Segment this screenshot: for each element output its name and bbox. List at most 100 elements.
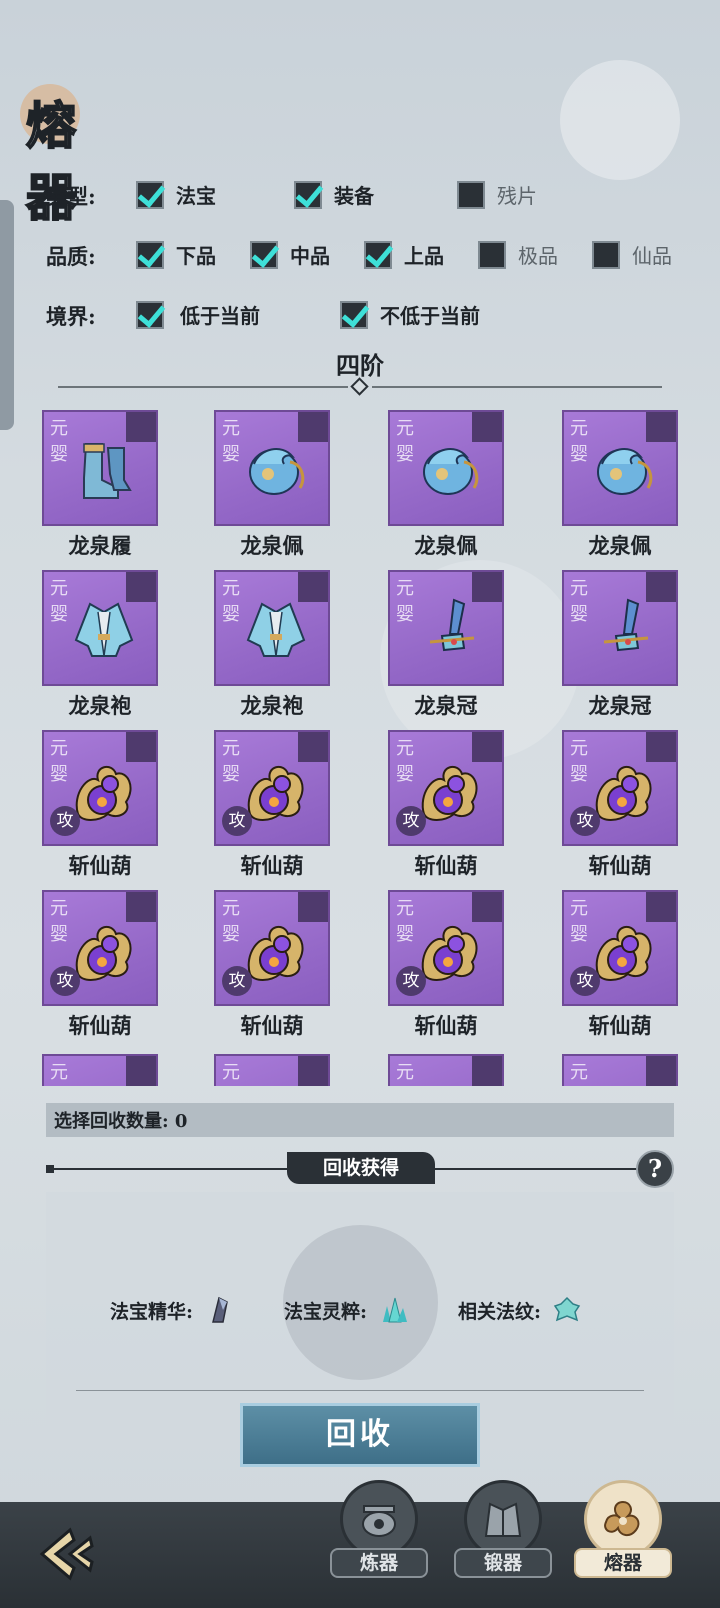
checkbox-icon[interactable]: [136, 180, 164, 209]
filter-type-fabao[interactable]: 法宝: [136, 180, 216, 209]
item-name: 龙泉佩: [414, 533, 478, 558]
checkbox-icon[interactable]: [340, 300, 368, 329]
item-card[interactable]: 元婴 龙泉冠: [388, 570, 504, 720]
item-frame[interactable]: 元婴攻: [388, 730, 504, 846]
item-realm-label: 元: [50, 1062, 68, 1083]
filter-realm-below[interactable]: 低于当前: [136, 300, 260, 329]
item-name: 斩仙葫: [68, 1013, 132, 1038]
filter-option-label: 上品: [404, 244, 444, 268]
item-frame[interactable]: 元: [562, 1054, 678, 1086]
back-arrow-icon[interactable]: [30, 1522, 100, 1586]
pattern-icon: [553, 1296, 581, 1322]
reward-label: 相关法纹:: [458, 1300, 542, 1323]
selection-corner: [298, 1056, 328, 1086]
item-card[interactable]: 元婴 龙泉佩: [214, 410, 330, 560]
item-frame[interactable]: 元婴: [388, 410, 504, 526]
item-frame[interactable]: 元婴攻: [214, 730, 330, 846]
filter-quality-immortal[interactable]: 仙品: [592, 240, 672, 269]
item-card[interactable]: 元婴攻斩仙葫: [562, 890, 678, 1040]
item-frame[interactable]: 元婴攻: [214, 890, 330, 1006]
item-name: 龙泉履: [68, 533, 132, 558]
filter-realm-label: 境界:: [46, 304, 96, 329]
filter-type-fragment[interactable]: 残片: [457, 180, 537, 209]
filter-quality-superior[interactable]: 极品: [478, 240, 558, 269]
checkbox-icon[interactable]: [364, 240, 392, 269]
nav-forge-label: 锻器: [454, 1548, 552, 1578]
item-card[interactable]: 元: [42, 1054, 158, 1086]
item-frame[interactable]: 元婴: [42, 410, 158, 526]
checkbox-icon[interactable]: [250, 240, 278, 269]
item-card[interactable]: 元婴 龙泉袍: [42, 570, 158, 720]
item-frame[interactable]: 元婴攻: [388, 890, 504, 1006]
filter-quality-mid[interactable]: 中品: [250, 240, 330, 269]
item-card[interactable]: 元婴攻斩仙葫: [42, 890, 158, 1040]
background-glow: [560, 60, 680, 180]
filter-realm-not-below[interactable]: 不低于当前: [340, 300, 480, 329]
item-card[interactable]: 元婴 龙泉佩: [562, 410, 678, 560]
item-card[interactable]: 元婴 龙泉履: [42, 410, 158, 560]
item-card[interactable]: 元婴攻斩仙葫: [214, 730, 330, 880]
item-frame[interactable]: 元婴攻: [562, 730, 678, 846]
item-card[interactable]: 元婴攻斩仙葫: [214, 890, 330, 1040]
filter-quality-high[interactable]: 上品: [364, 240, 444, 269]
filter-option-label: 下品: [176, 244, 216, 268]
checkbox-icon[interactable]: [478, 240, 506, 269]
item-frame[interactable]: 元婴: [562, 410, 678, 526]
item-card[interactable]: 元婴攻斩仙葫: [562, 730, 678, 880]
attack-badge: 攻: [570, 966, 600, 996]
item-frame[interactable]: 元婴: [42, 570, 158, 686]
side-drawer-handle[interactable]: [0, 200, 14, 430]
item-card[interactable]: 元婴 龙泉冠: [562, 570, 678, 720]
filter-option-label: 极品: [518, 244, 558, 268]
item-frame[interactable]: 元: [42, 1054, 158, 1086]
attack-badge: 攻: [222, 806, 252, 836]
item-name: 龙泉佩: [588, 533, 652, 558]
item-frame[interactable]: 元婴攻: [42, 730, 158, 846]
nav-smelt[interactable]: 熔器: [574, 1480, 672, 1590]
attack-badge: 攻: [50, 806, 80, 836]
filter-quality-low[interactable]: 下品: [136, 240, 216, 269]
item-frame[interactable]: 元: [214, 1054, 330, 1086]
item-card[interactable]: 元: [214, 1054, 330, 1086]
checkbox-icon[interactable]: [592, 240, 620, 269]
item-name: 斩仙葫: [68, 853, 132, 878]
item-name: 斩仙葫: [414, 853, 478, 878]
item-name: 龙泉佩: [240, 533, 304, 558]
item-frame[interactable]: 元婴: [214, 570, 330, 686]
dragon-pendant-icon: [240, 434, 312, 506]
checkbox-icon[interactable]: [136, 240, 164, 269]
item-frame[interactable]: 元婴: [214, 410, 330, 526]
item-card[interactable]: 元婴攻斩仙葫: [42, 730, 158, 880]
recycle-count: 选择回收数量: 0: [46, 1103, 674, 1137]
item-frame[interactable]: 元婴: [388, 570, 504, 686]
crown-icon: [588, 594, 660, 666]
item-card[interactable]: 元: [562, 1054, 678, 1086]
crown-icon: [414, 594, 486, 666]
item-realm-label: 元: [396, 1062, 414, 1083]
checkbox-icon[interactable]: [294, 180, 322, 209]
item-frame[interactable]: 元婴攻: [42, 890, 158, 1006]
reward-label: 法宝精华:: [110, 1300, 194, 1323]
item-card[interactable]: 元婴 龙泉袍: [214, 570, 330, 720]
nav-refine[interactable]: 炼器: [330, 1480, 428, 1590]
item-name: 龙泉冠: [414, 693, 478, 718]
checkbox-icon[interactable]: [457, 180, 485, 209]
item-grid[interactable]: 元婴 龙泉履 元婴 龙泉佩 元婴 龙泉佩 元婴 龙泉佩 元婴 龙泉袍 元婴 龙泉袍 元婴 龙泉冠 元婴 龙泉冠…: [0, 410, 720, 1086]
item-frame[interactable]: 元婴: [562, 570, 678, 686]
nav-forge[interactable]: 锻器: [454, 1480, 552, 1590]
item-card[interactable]: 元婴攻斩仙葫: [388, 890, 504, 1040]
item-card[interactable]: 元婴攻斩仙葫: [388, 730, 504, 880]
recycle-button[interactable]: 回收: [240, 1403, 480, 1467]
item-frame[interactable]: 元婴攻: [562, 890, 678, 1006]
attack-badge: 攻: [570, 806, 600, 836]
item-realm-label: 元: [570, 1062, 588, 1083]
item-card[interactable]: 元: [388, 1054, 504, 1086]
checkbox-icon[interactable]: [136, 300, 164, 329]
filter-option-label: 仙品: [632, 244, 672, 268]
help-button[interactable]: ?: [636, 1150, 674, 1188]
filter-type-equipment[interactable]: 装备: [294, 180, 374, 209]
item-frame[interactable]: 元: [388, 1054, 504, 1086]
smelt-icon: [604, 1500, 640, 1536]
item-card[interactable]: 元婴 龙泉佩: [388, 410, 504, 560]
filter-option-label: 不低于当前: [380, 304, 480, 328]
